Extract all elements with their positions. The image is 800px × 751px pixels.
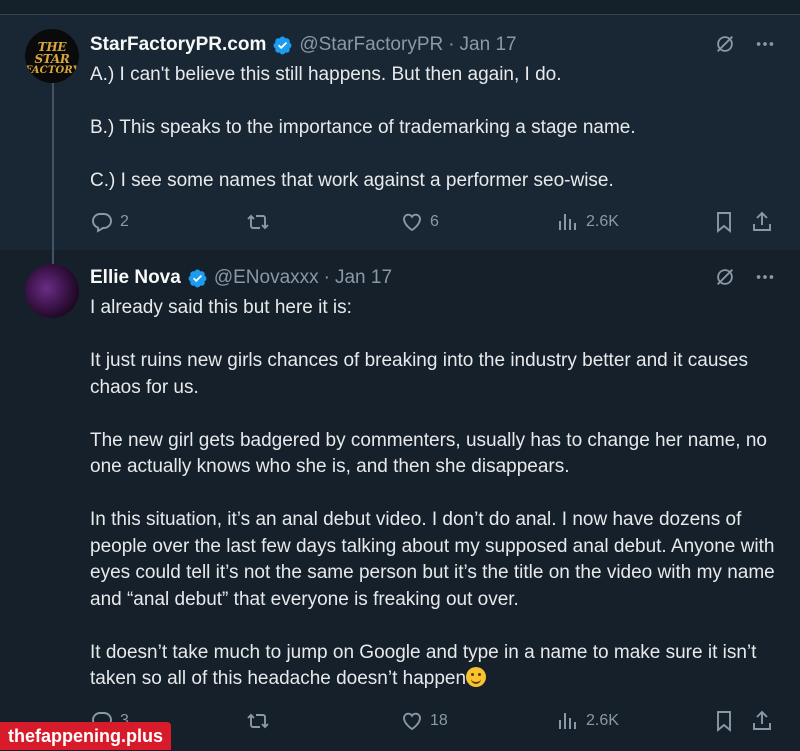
reply-button[interactable]: 2 [90,210,129,234]
user-handle[interactable]: @StarFactoryPR [299,34,443,56]
tweet-starfactory[interactable]: THE STAR FACTORY StarFactoryPR.com @Star… [0,15,800,278]
repost-icon [247,214,269,230]
display-name[interactable]: StarFactoryPR.com [90,34,266,56]
tweet-paragraph-last: It doesn’t take much to jump on Google a… [90,640,776,693]
thread-line [52,83,54,278]
verified-badge-icon[interactable] [272,35,293,56]
tweet-paragraph: A.) I can't believe this still happens. … [90,64,562,85]
like-count: 6 [430,213,439,230]
tweet-text: A.) I can't believe this still happens. … [90,62,776,195]
bookmark-button[interactable] [712,709,736,733]
user-handle[interactable]: @ENovaxxx [214,267,319,289]
more-icon[interactable] [754,266,776,288]
tweet-actions: 2 6 2.6K [90,209,776,235]
share-icon [753,211,771,231]
views-button[interactable]: 2.6K [556,709,619,733]
repost-button[interactable] [246,709,276,733]
like-count: 18 [430,712,448,729]
tweet-content: StarFactoryPR.com @StarFactoryPR · Jan 1… [90,33,776,195]
like-icon [403,712,421,731]
views-count: 2.6K [586,213,619,230]
like-icon [403,213,421,232]
tweet-paragraph-text: It doesn’t take much to jump on Google a… [90,641,757,690]
share-button[interactable] [750,210,774,234]
tweet-text: I already said this but here it is: It j… [90,295,776,693]
tweet-ellie-nova[interactable]: Ellie Nova @ENovaxxx · Jan 17 I already … [0,250,800,751]
tweet-paragraph: I already said this but here it is: [90,297,352,318]
reply-icon [92,213,112,233]
starfactory-logo: THE STAR FACTORY [25,40,79,76]
bookmark-button[interactable] [712,210,736,234]
smiling-emoji-icon [466,667,487,687]
bookmark-icon [717,212,731,234]
views-icon [559,713,576,729]
grok-icon[interactable] [714,33,736,55]
bookmark-icon [717,711,731,733]
tweet-paragraph: In this situation, it’s an anal debut vi… [90,509,775,610]
tweet-paragraph: It just ruins new girls chances of break… [90,350,748,398]
tweet-paragraph: B.) This speaks to the importance of tra… [90,117,636,138]
grok-icon[interactable] [714,266,736,288]
tweet-date[interactable]: Jan 17 [460,34,517,56]
header-actions [714,33,776,55]
verified-badge-icon[interactable] [187,268,208,289]
views-count: 2.6K [586,712,619,729]
tweet-header: StarFactoryPR.com @StarFactoryPR · Jan 1… [90,33,776,57]
tweet-paragraph: The new girl gets badgered by commenters… [90,429,767,478]
reply-count: 2 [120,213,129,230]
avatar[interactable]: THE STAR FACTORY [25,29,79,83]
views-button[interactable]: 2.6K [556,210,619,234]
tweet-paragraph: C.) I see some names that work against a… [90,170,614,191]
tweet-actions: 3 18 2.6K [90,708,776,734]
like-button[interactable]: 6 [400,210,439,234]
share-button[interactable] [750,709,774,733]
tweet-header: Ellie Nova @ENovaxxx · Jan 17 [90,266,776,290]
like-button[interactable]: 18 [400,709,448,733]
watermark: thefappening.plus [0,722,171,750]
timeline-divider [0,0,800,15]
tweet-date[interactable]: Jan 17 [335,267,392,289]
repost-button[interactable] [246,210,276,234]
share-icon [753,710,771,730]
views-icon [559,214,576,230]
separator-dot: · [448,34,455,55]
header-actions [714,266,776,288]
display-name[interactable]: Ellie Nova [90,267,181,289]
repost-icon [247,713,269,729]
avatar[interactable] [25,264,79,318]
separator-dot: · [323,267,330,288]
more-icon[interactable] [754,33,776,55]
tweet-content: Ellie Nova @ENovaxxx · Jan 17 I already … [90,266,776,693]
